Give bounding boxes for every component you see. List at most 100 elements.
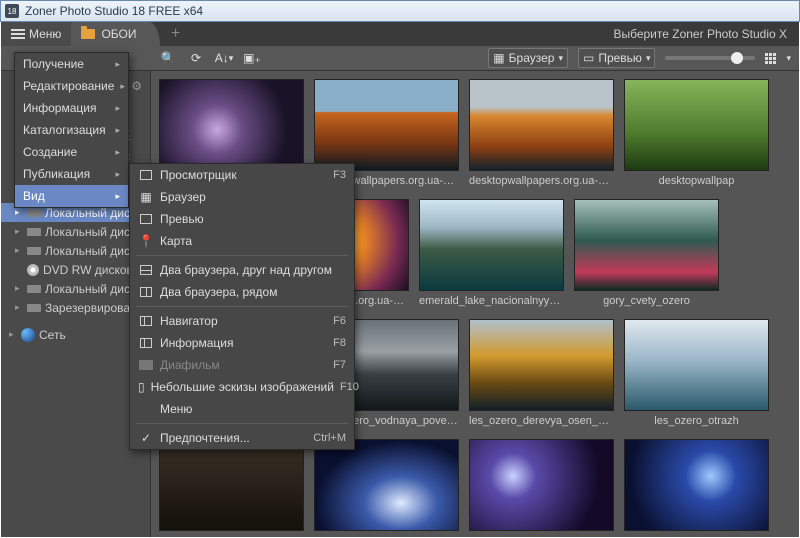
menu-item-editing[interactable]: Редактирование▸ xyxy=(15,75,128,97)
add-tab-button[interactable]: + xyxy=(160,22,190,46)
browser-icon: ▦ xyxy=(140,190,151,204)
submenu-item-two-browsers-stacked[interactable]: Два браузера, друг над другом xyxy=(130,259,354,281)
submenu-item-small-thumbs[interactable]: ▯Небольшие эскизы изображенийF10 xyxy=(130,376,354,398)
tree-item-drive[interactable]: ▸Локальный дис xyxy=(1,222,150,241)
view-preview-dropdown[interactable]: ▭ Превью ▾ xyxy=(578,48,655,68)
thumbnail[interactable]: les_ozero_derevya_osen_nacion... xyxy=(469,319,614,433)
thumbnail-label: desktopwallpapers.org.ua-5367... xyxy=(469,175,614,193)
search-icon[interactable]: 🔍 xyxy=(159,49,177,67)
promo-link[interactable]: Выберите Zoner Photo Studio X xyxy=(601,22,799,46)
thumbnail-label: desktopwallpap xyxy=(624,175,769,193)
tree-item-drive[interactable]: ▸Локальный дис xyxy=(1,279,150,298)
drive-icon xyxy=(27,228,41,236)
menu-label: Меню xyxy=(29,27,61,41)
thumbnail[interactable]: desktopwallpap xyxy=(624,79,769,193)
info-panel-icon xyxy=(140,338,152,348)
thumbnail-label: les_ozero_derevya_osen_nacion... xyxy=(469,415,614,433)
thumbnail-image xyxy=(469,79,614,171)
view-browser-label: Браузер xyxy=(509,51,555,65)
title-bar: 18 Zoner Photo Studio 18 FREE x64 xyxy=(0,0,800,22)
hamburger-icon xyxy=(11,29,25,39)
menu-item-acquisition[interactable]: Получение▸ xyxy=(15,53,128,75)
thumbnail[interactable] xyxy=(159,439,304,531)
main-menu: Получение▸ Редактирование▸ Информация▸ К… xyxy=(14,52,129,208)
tree-item-drive[interactable]: ▸Зарезервирова xyxy=(1,298,150,317)
drive-icon xyxy=(27,285,41,293)
browser-grid-icon: ▦ xyxy=(493,51,504,65)
chevron-down-icon[interactable]: ▾ xyxy=(786,53,791,64)
preview-icon: ▭ xyxy=(583,51,594,65)
menu-separator xyxy=(136,255,348,256)
thumbnail[interactable]: les_ozero_otrazh xyxy=(624,319,769,433)
chevron-down-icon: ▾ xyxy=(646,53,651,64)
tree-item-network[interactable]: ▸Сеть xyxy=(1,325,150,344)
preview-icon xyxy=(140,214,152,224)
thumbnail[interactable]: emerald_lake_nacionalnyy_park... xyxy=(419,199,564,313)
refresh-icon[interactable]: ⟳ xyxy=(187,49,205,67)
thumbnail[interactable]: desktopwallpapers.org.ua-5367... xyxy=(469,79,614,193)
thumbnail-label: emerald_lake_nacionalnyy_park... xyxy=(419,295,564,313)
thumbnail-image xyxy=(469,439,614,531)
thumbnail-image xyxy=(159,439,304,531)
tab-oboi[interactable]: ОБОИ xyxy=(71,22,160,46)
thumbnail-image xyxy=(574,199,719,291)
submenu-item-filmstrip: ДиафильмF7 xyxy=(130,354,354,376)
drive-icon xyxy=(27,209,41,217)
thumbnail-image xyxy=(314,439,459,531)
menu-separator xyxy=(136,423,348,424)
thumbnail-image xyxy=(314,79,459,171)
view-browser-dropdown[interactable]: ▦ Браузер ▾ xyxy=(488,48,568,68)
thumb-size-slider[interactable] xyxy=(665,56,755,60)
drive-icon xyxy=(27,304,41,312)
grid-view-icon[interactable] xyxy=(765,53,776,64)
submenu-item-menu[interactable]: Меню xyxy=(130,398,354,420)
thumbnail-image xyxy=(624,79,769,171)
submenu-item-map[interactable]: 📍Карта xyxy=(130,230,354,252)
tree-item-dvd[interactable]: DVD RW дисков xyxy=(1,260,150,279)
app-logo-icon: 18 xyxy=(5,4,19,18)
menu-item-cataloging[interactable]: Каталогизация▸ xyxy=(15,119,128,141)
gear-icon[interactable]: ⚙ xyxy=(131,79,142,93)
thumbnail[interactable]: gory_cvety_ozero xyxy=(574,199,719,313)
tree-item-drive[interactable]: ▸Локальный дис xyxy=(1,241,150,260)
checkmark-icon: ✓ xyxy=(141,431,151,445)
thumbnail[interactable] xyxy=(624,439,769,531)
view-preview-label: Превью xyxy=(598,51,642,65)
thumbnail[interactable] xyxy=(469,439,614,531)
submenu-item-navigator[interactable]: НавигаторF6 xyxy=(130,310,354,332)
submenu-item-two-browsers-side[interactable]: Два браузера, рядом xyxy=(130,281,354,303)
chevron-down-icon: ▾ xyxy=(558,53,563,64)
filmstrip-icon xyxy=(139,360,153,370)
thumbnail-label: les_ozero_otrazh xyxy=(624,415,769,433)
submenu-item-browser[interactable]: ▦Браузер xyxy=(130,186,354,208)
submenu-item-information[interactable]: ИнформацияF8 xyxy=(130,332,354,354)
menu-separator xyxy=(136,306,348,307)
thumbnail-image xyxy=(469,319,614,411)
submenu-item-preview[interactable]: Превью xyxy=(130,208,354,230)
view-submenu: ПросмотрщикF3 ▦Браузер Превью 📍Карта Два… xyxy=(129,163,355,450)
folder-icon xyxy=(81,29,95,39)
sort-icon[interactable]: A↓▾ xyxy=(215,49,233,67)
menu-item-creation[interactable]: Создание▸ xyxy=(15,141,128,163)
submenu-item-viewer[interactable]: ПросмотрщикF3 xyxy=(130,164,354,186)
viewer-icon xyxy=(140,170,152,180)
thumbnail-image xyxy=(624,439,769,531)
stacked-icon xyxy=(140,265,152,275)
menu-item-view[interactable]: Вид▸ xyxy=(15,185,128,207)
main-menu-button[interactable]: Меню xyxy=(1,22,71,46)
slider-thumb[interactable] xyxy=(731,52,743,64)
small-thumbs-icon: ▯ xyxy=(138,380,145,394)
submenu-item-preferences[interactable]: ✓Предпочтения...Ctrl+M xyxy=(130,427,354,449)
add-folder-icon[interactable]: ▣₊ xyxy=(243,49,261,67)
thumbnail-image xyxy=(419,199,564,291)
dvd-icon xyxy=(27,264,39,276)
tab-bar: Меню ОБОИ + Выберите Zoner Photo Studio … xyxy=(1,22,799,46)
menu-item-publishing[interactable]: Публикация▸ xyxy=(15,163,128,185)
thumbnail-image xyxy=(624,319,769,411)
thumbnail[interactable] xyxy=(314,439,459,531)
thumbnail-image xyxy=(159,79,304,171)
map-pin-icon: 📍 xyxy=(139,234,154,248)
drive-icon xyxy=(27,247,41,255)
navigator-icon xyxy=(140,316,152,326)
menu-item-information[interactable]: Информация▸ xyxy=(15,97,128,119)
